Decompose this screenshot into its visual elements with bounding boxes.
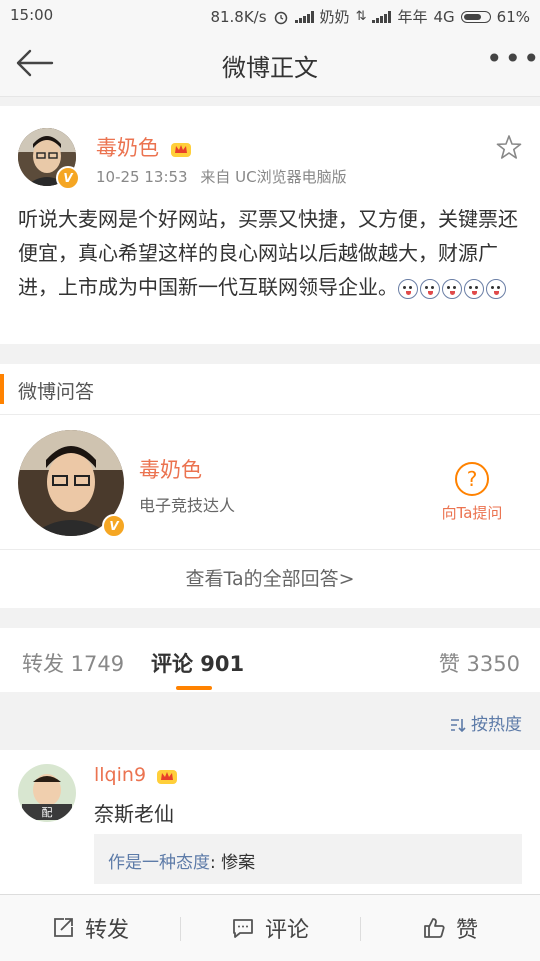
shocked-face-emoji-icon (464, 278, 484, 299)
tab-repost[interactable]: 转发 1749 (22, 648, 124, 678)
sort-icon (450, 719, 466, 733)
view-all-answers-link[interactable]: 查看Ta的全部回答> (0, 549, 540, 609)
verified-badge-icon: V (102, 514, 126, 538)
comment-bubble-icon (233, 919, 253, 938)
sort-row: 按热度 (0, 692, 540, 750)
active-tab-indicator (176, 686, 212, 690)
shocked-face-emoji-icon (420, 278, 440, 299)
alarm-icon (274, 11, 287, 24)
comment-text: 奈斯老仙 (94, 802, 174, 826)
signal-icon (294, 10, 314, 23)
shocked-face-emoji-icon (442, 278, 462, 299)
post-username-text[interactable]: 毒奶色 (96, 136, 159, 160)
vip-crown-icon (157, 769, 178, 784)
comment-reply-box[interactable]: 作是一种态度: 惨案 (94, 834, 522, 884)
post-username[interactable]: 毒奶色 (96, 132, 192, 162)
status-time: 15:00 (10, 6, 54, 24)
comment-avatar[interactable]: 配 (18, 764, 76, 822)
network-speed: 81.8K/s (210, 7, 267, 26)
weibo-qa-card: 微博问答 V 毒奶色 电子竞技达人 ? 向Ta提问 查看Ta的全部回答> (0, 364, 540, 608)
sort-label: 按热度 (471, 715, 522, 735)
sort-by-hot-button[interactable]: 按热度 (450, 710, 522, 735)
carrier-1: 奶奶 (319, 8, 350, 26)
shocked-face-emoji-icon (486, 278, 506, 299)
more-options-icon[interactable]: ••• (486, 45, 540, 76)
svg-text:配: 配 (42, 806, 53, 819)
favorite-star-icon[interactable] (496, 134, 522, 160)
comment-button[interactable]: 评论 (180, 895, 360, 961)
repost-label: 转发 (84, 918, 129, 943)
repost-button[interactable]: 转发 (0, 895, 180, 961)
comment-username[interactable]: llqin9 (94, 764, 178, 786)
section-accent-bar (0, 374, 4, 404)
status-bar: 15:00 81.8K/s 奶奶 ⇅ 年年 4G 61% (0, 0, 540, 30)
feedback-tabs: 转发 1749 评论 901 赞 3350 (0, 628, 540, 692)
network-type: 4G (433, 7, 455, 26)
question-mark-icon: ? (455, 462, 489, 496)
thumbs-up-icon (424, 918, 445, 938)
post-content: 听说大麦网是个好网站，买票又快捷，又方便，关键票还便宜，真心希望这样的良心网站以… (18, 202, 522, 304)
ask-question-button[interactable]: ? 向Ta提问 (436, 462, 508, 523)
like-button[interactable]: 赞 (360, 895, 540, 961)
data-arrows-icon: ⇅ (355, 9, 367, 24)
shocked-face-emoji-icon (398, 278, 418, 299)
carrier-2: 年年 (397, 8, 428, 26)
post-timestamp: 10-25 13:53 (96, 168, 188, 186)
qa-username[interactable]: 毒奶色 (139, 454, 202, 484)
ask-question-label: 向Ta提问 (441, 504, 503, 522)
comment-item: 配 llqin9 奈斯老仙 作是一种态度: 惨案 (0, 750, 540, 896)
bottom-action-bar: 转发 评论 赞 (0, 894, 540, 961)
reply-username[interactable]: 作是一种态度 (108, 853, 210, 873)
post-source: 来自 UC浏览器电脑版 (200, 168, 347, 186)
nav-bar: 微博正文 ••• (0, 30, 540, 97)
signal-icon-2 (372, 10, 392, 23)
battery-icon (460, 10, 491, 23)
qa-user-subtitle: 电子竞技达人 (139, 496, 236, 515)
emoji-row (398, 278, 506, 299)
tab-comments[interactable]: 评论 901 (151, 648, 244, 678)
page-title: 微博正文 (222, 54, 318, 82)
post-meta: 10-25 13:53 来自 UC浏览器电脑版 (96, 166, 347, 187)
comment-username-text[interactable]: llqin9 (94, 764, 146, 786)
reply-line: 作是一种态度: 惨案 (108, 853, 256, 873)
qa-header: 微博问答 (0, 364, 540, 415)
vip-crown-icon (170, 143, 191, 157)
post-card: V 毒奶色 10-25 13:53 来自 UC浏览器电脑版 听说大麦网是个好网站… (0, 106, 540, 344)
tab-likes[interactable]: 赞 3350 (439, 648, 520, 678)
qa-section-title: 微博问答 (18, 381, 95, 403)
verified-badge-icon: V (56, 166, 80, 190)
like-label: 赞 (455, 918, 478, 943)
repost-share-icon (54, 918, 73, 937)
battery-percent: 61% (496, 7, 530, 26)
reply-text: 惨案 (221, 853, 256, 873)
comment-label: 评论 (264, 918, 309, 943)
